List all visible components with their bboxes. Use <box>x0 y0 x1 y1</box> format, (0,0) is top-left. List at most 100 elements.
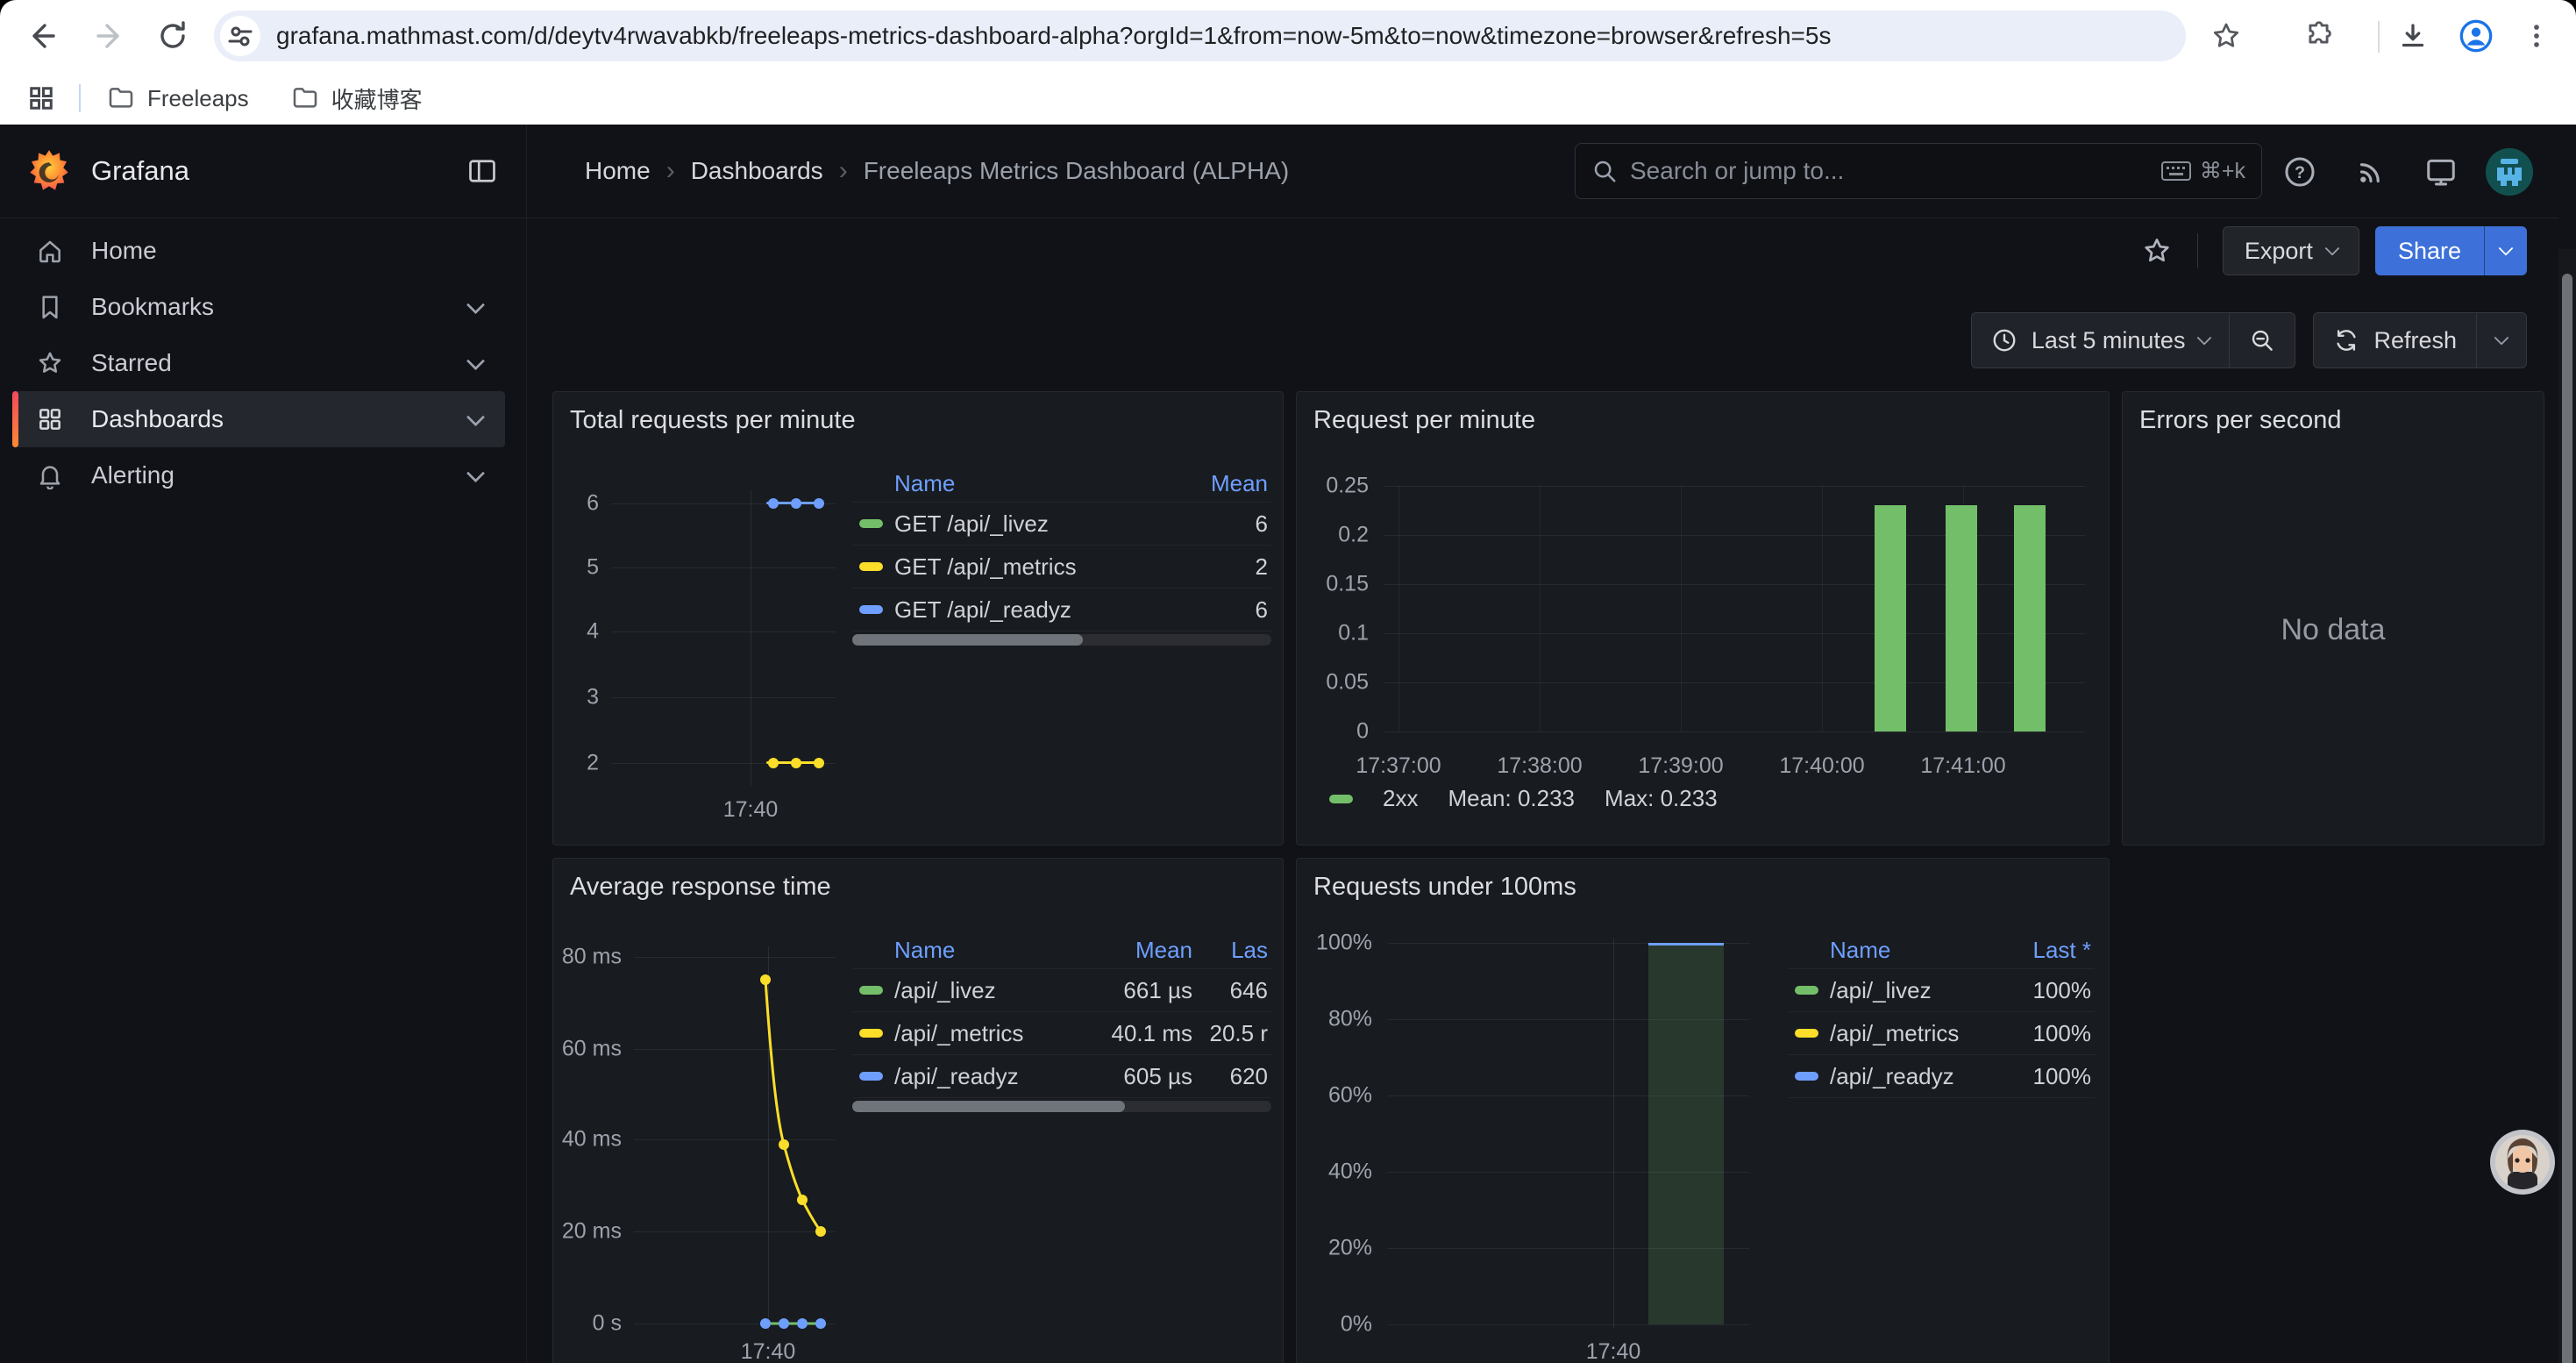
legend: 2xx Mean: 0.233 Max: 0.233 <box>1329 785 1718 812</box>
series-swatch[interactable] <box>859 562 883 571</box>
y-tick: 2 <box>553 751 599 776</box>
sidebar-item-home[interactable]: Home <box>12 223 505 279</box>
sidebar-item-label: Dashboards <box>91 405 224 433</box>
clock-icon <box>1991 327 2017 353</box>
legend-row: GET /api/_readyz 6 <box>852 589 1271 632</box>
sidebar-item-alerting[interactable]: Alerting <box>12 447 505 503</box>
panel-title[interactable]: Requests under 100ms <box>1313 873 1576 902</box>
grafana-logo-icon[interactable] <box>26 148 72 194</box>
chevron-down-icon[interactable] <box>466 464 485 482</box>
sidebar-item-label: Bookmarks <box>91 293 214 321</box>
url-bar[interactable]: grafana.mathmast.com/d/deytv4rwavabkb/fr… <box>214 11 2186 61</box>
panel-title[interactable]: Errors per second <box>2139 406 2342 435</box>
breadcrumb-dashboards[interactable]: Dashboards <box>691 157 823 185</box>
x-tick: 17:40 <box>723 797 779 823</box>
y-tick: 4 <box>553 619 599 645</box>
site-settings-icon[interactable] <box>220 16 260 56</box>
favorite-star-icon[interactable] <box>2141 235 2173 267</box>
search-input[interactable]: Search or jump to... ⌘+k <box>1575 143 2262 199</box>
back-button[interactable] <box>25 18 61 54</box>
bookmarks-divider <box>79 84 81 112</box>
series-swatch[interactable] <box>859 1072 883 1081</box>
news-rss-icon[interactable] <box>2352 153 2389 190</box>
breadcrumb-separator: › <box>666 156 675 186</box>
zoom-out-time-button[interactable] <box>2229 312 2295 368</box>
chevron-down-icon[interactable] <box>466 408 485 426</box>
sidebar-item-label: Home <box>91 237 157 265</box>
y-tick: 0 s <box>553 1311 622 1337</box>
panel-title[interactable]: Average response time <box>570 873 831 902</box>
forward-button[interactable] <box>90 18 127 54</box>
sidebar-item-dashboards[interactable]: Dashboards <box>12 391 505 447</box>
y-tick: 0.15 <box>1297 572 1369 597</box>
apps-grid-icon[interactable] <box>23 80 60 117</box>
panel-title[interactable]: Total requests per minute <box>570 406 856 435</box>
bar-2xx <box>2014 505 2046 731</box>
legend-header-last[interactable]: Las <box>1196 937 1271 964</box>
bookmarks-bar: Freeleaps 收藏博客 <box>0 72 2576 125</box>
sidebar-item-bookmarks[interactable]: Bookmarks <box>12 279 505 335</box>
keyboard-icon <box>2161 161 2191 182</box>
bookmark-star-icon[interactable] <box>2208 18 2245 54</box>
floating-assistant-avatar[interactable] <box>2490 1130 2555 1195</box>
browser-menu-icon[interactable] <box>2518 18 2555 54</box>
page-scrollbar[interactable] <box>2558 249 2576 1363</box>
refresh-interval-button[interactable] <box>2476 312 2527 368</box>
bookmark-folder-freeleaps[interactable]: Freeleaps <box>107 84 249 112</box>
series-swatch[interactable] <box>1795 1072 1818 1081</box>
y-tick: 40% <box>1297 1160 1372 1185</box>
series-swatch[interactable] <box>859 605 883 614</box>
downloads-icon[interactable] <box>2395 18 2431 54</box>
panel-errors-per-second: Errors per second No data <box>2122 391 2544 846</box>
chevron-down-icon[interactable] <box>466 296 485 314</box>
url-text: grafana.mathmast.com/d/deytv4rwavabkb/fr… <box>276 22 1831 50</box>
y-tick: 60% <box>1297 1083 1372 1109</box>
dock-menu-toggle-icon[interactable] <box>466 155 498 187</box>
legend-header-mean[interactable]: Mean <box>1180 470 1271 497</box>
legend-scrollbar[interactable] <box>852 634 1271 646</box>
legend-header-name[interactable]: Name <box>894 937 1082 964</box>
chevron-down-icon[interactable] <box>466 352 485 370</box>
panel-title[interactable]: Request per minute <box>1313 406 1535 435</box>
refresh-button[interactable]: Refresh <box>2313 312 2476 368</box>
scrollbar-thumb[interactable] <box>2562 274 2572 1363</box>
series-swatch[interactable] <box>1329 795 1353 803</box>
panel-requests-under-100ms: Requests under 100ms 100% 80% 60% 40% 20… <box>1296 858 2110 1363</box>
user-avatar[interactable] <box>2486 148 2533 196</box>
share-menu-button[interactable] <box>2484 226 2527 275</box>
y-tick: 60 ms <box>553 1037 622 1062</box>
star-icon <box>35 348 65 378</box>
y-tick: 6 <box>553 491 599 517</box>
export-button[interactable]: Export <box>2223 226 2359 275</box>
series-swatch[interactable] <box>1795 1029 1818 1038</box>
svg-text:?: ? <box>2295 163 2305 182</box>
series-swatch[interactable] <box>859 1029 883 1038</box>
grafana-app: Grafana Home › Dashboards › Freeleaps Me… <box>0 125 2576 1363</box>
extensions-icon[interactable] <box>2302 18 2338 54</box>
time-range-picker[interactable]: Last 5 minutes <box>1971 312 2230 368</box>
dashboards-grid-icon <box>35 404 65 434</box>
legend-header-mean[interactable]: Mean <box>1082 937 1196 964</box>
help-icon[interactable]: ? <box>2281 153 2318 190</box>
share-button[interactable]: Share <box>2375 226 2484 275</box>
sidebar-item-starred[interactable]: Starred <box>12 335 505 391</box>
y-tick: 0% <box>1297 1312 1372 1338</box>
y-tick: 5 <box>553 555 599 581</box>
sidebar-item-label: Alerting <box>91 461 174 489</box>
panel-total-requests-per-minute: Total requests per minute 6 5 4 3 2 <box>552 391 1284 846</box>
profile-icon[interactable] <box>2458 18 2494 54</box>
legend-header-name[interactable]: Name <box>894 470 1180 497</box>
legend-header-name[interactable]: Name <box>1830 937 1996 964</box>
search-shortcut: ⌘+k <box>2161 158 2245 184</box>
series-swatch[interactable] <box>1795 986 1818 995</box>
series-swatch[interactable] <box>859 519 883 528</box>
bookmark-label: 收藏博客 <box>331 82 423 115</box>
breadcrumb-home[interactable]: Home <box>585 157 651 185</box>
legend-header-last[interactable]: Last * <box>1996 937 2095 964</box>
bookmark-folder-blogs[interactable]: 收藏博客 <box>291 82 423 115</box>
reload-button[interactable] <box>154 18 191 54</box>
kiosk-monitor-icon[interactable] <box>2423 153 2459 190</box>
series-swatch[interactable] <box>859 986 883 995</box>
x-tick: 17:41:00 <box>1920 753 2005 779</box>
legend-scrollbar[interactable] <box>852 1101 1271 1112</box>
